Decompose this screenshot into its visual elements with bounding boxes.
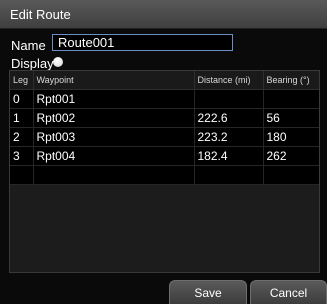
route-name-input[interactable]: Route001	[52, 34, 233, 51]
bearing-cell: 56	[263, 108, 319, 128]
leg-cell: 2	[10, 127, 34, 147]
table-header-row: Leg Waypoint Distance (mi) Bearing (°)	[10, 71, 319, 90]
button-bar: Save Cancel	[0, 276, 327, 304]
distance-cell	[194, 89, 264, 109]
waypoint-cell: Rpt003	[33, 127, 195, 147]
column-header-leg: Leg	[10, 71, 34, 90]
title-bar: Edit Route	[0, 0, 327, 29]
bearing-cell	[263, 89, 319, 109]
bearing-cell: 180	[263, 127, 319, 147]
waypoint-cell: Rpt001	[33, 89, 195, 109]
distance-cell: 182.4	[194, 146, 264, 166]
table-row[interactable]: 1 Rpt002 222.6 56	[10, 108, 319, 128]
column-header-distance: Distance (mi)	[194, 71, 264, 90]
table-row-empty[interactable]	[10, 165, 319, 185]
name-label: Name	[11, 38, 46, 53]
table-row[interactable]: 3 Rpt004 182.4 262	[10, 146, 319, 166]
leg-cell: 0	[10, 89, 34, 109]
bearing-cell: 262	[263, 146, 319, 166]
save-button[interactable]: Save	[169, 280, 247, 304]
column-header-waypoint: Waypoint	[33, 71, 195, 90]
distance-cell: 223.2	[194, 127, 264, 147]
waypoint-cell	[33, 165, 195, 185]
waypoint-cell: Rpt002	[33, 108, 195, 128]
leg-cell: 3	[10, 146, 34, 166]
display-label: Display	[11, 56, 54, 71]
table-row[interactable]: 2 Rpt003 223.2 180	[10, 127, 319, 147]
waypoint-cell: Rpt004	[33, 146, 195, 166]
cancel-button[interactable]: Cancel	[250, 280, 327, 304]
edit-route-dialog: Edit Route Name Route001 Display Leg Way…	[0, 0, 327, 304]
display-toggle[interactable]	[53, 57, 63, 67]
dialog-title: Edit Route	[10, 7, 71, 22]
route-legs-table: Leg Waypoint Distance (mi) Bearing (°) 0…	[9, 70, 320, 273]
distance-cell: 222.6	[194, 108, 264, 128]
leg-cell	[10, 165, 34, 185]
distance-cell	[194, 165, 264, 185]
leg-cell: 1	[10, 108, 34, 128]
bearing-cell	[263, 165, 319, 185]
column-header-bearing: Bearing (°)	[263, 71, 319, 90]
table-row[interactable]: 0 Rpt001	[10, 89, 319, 109]
